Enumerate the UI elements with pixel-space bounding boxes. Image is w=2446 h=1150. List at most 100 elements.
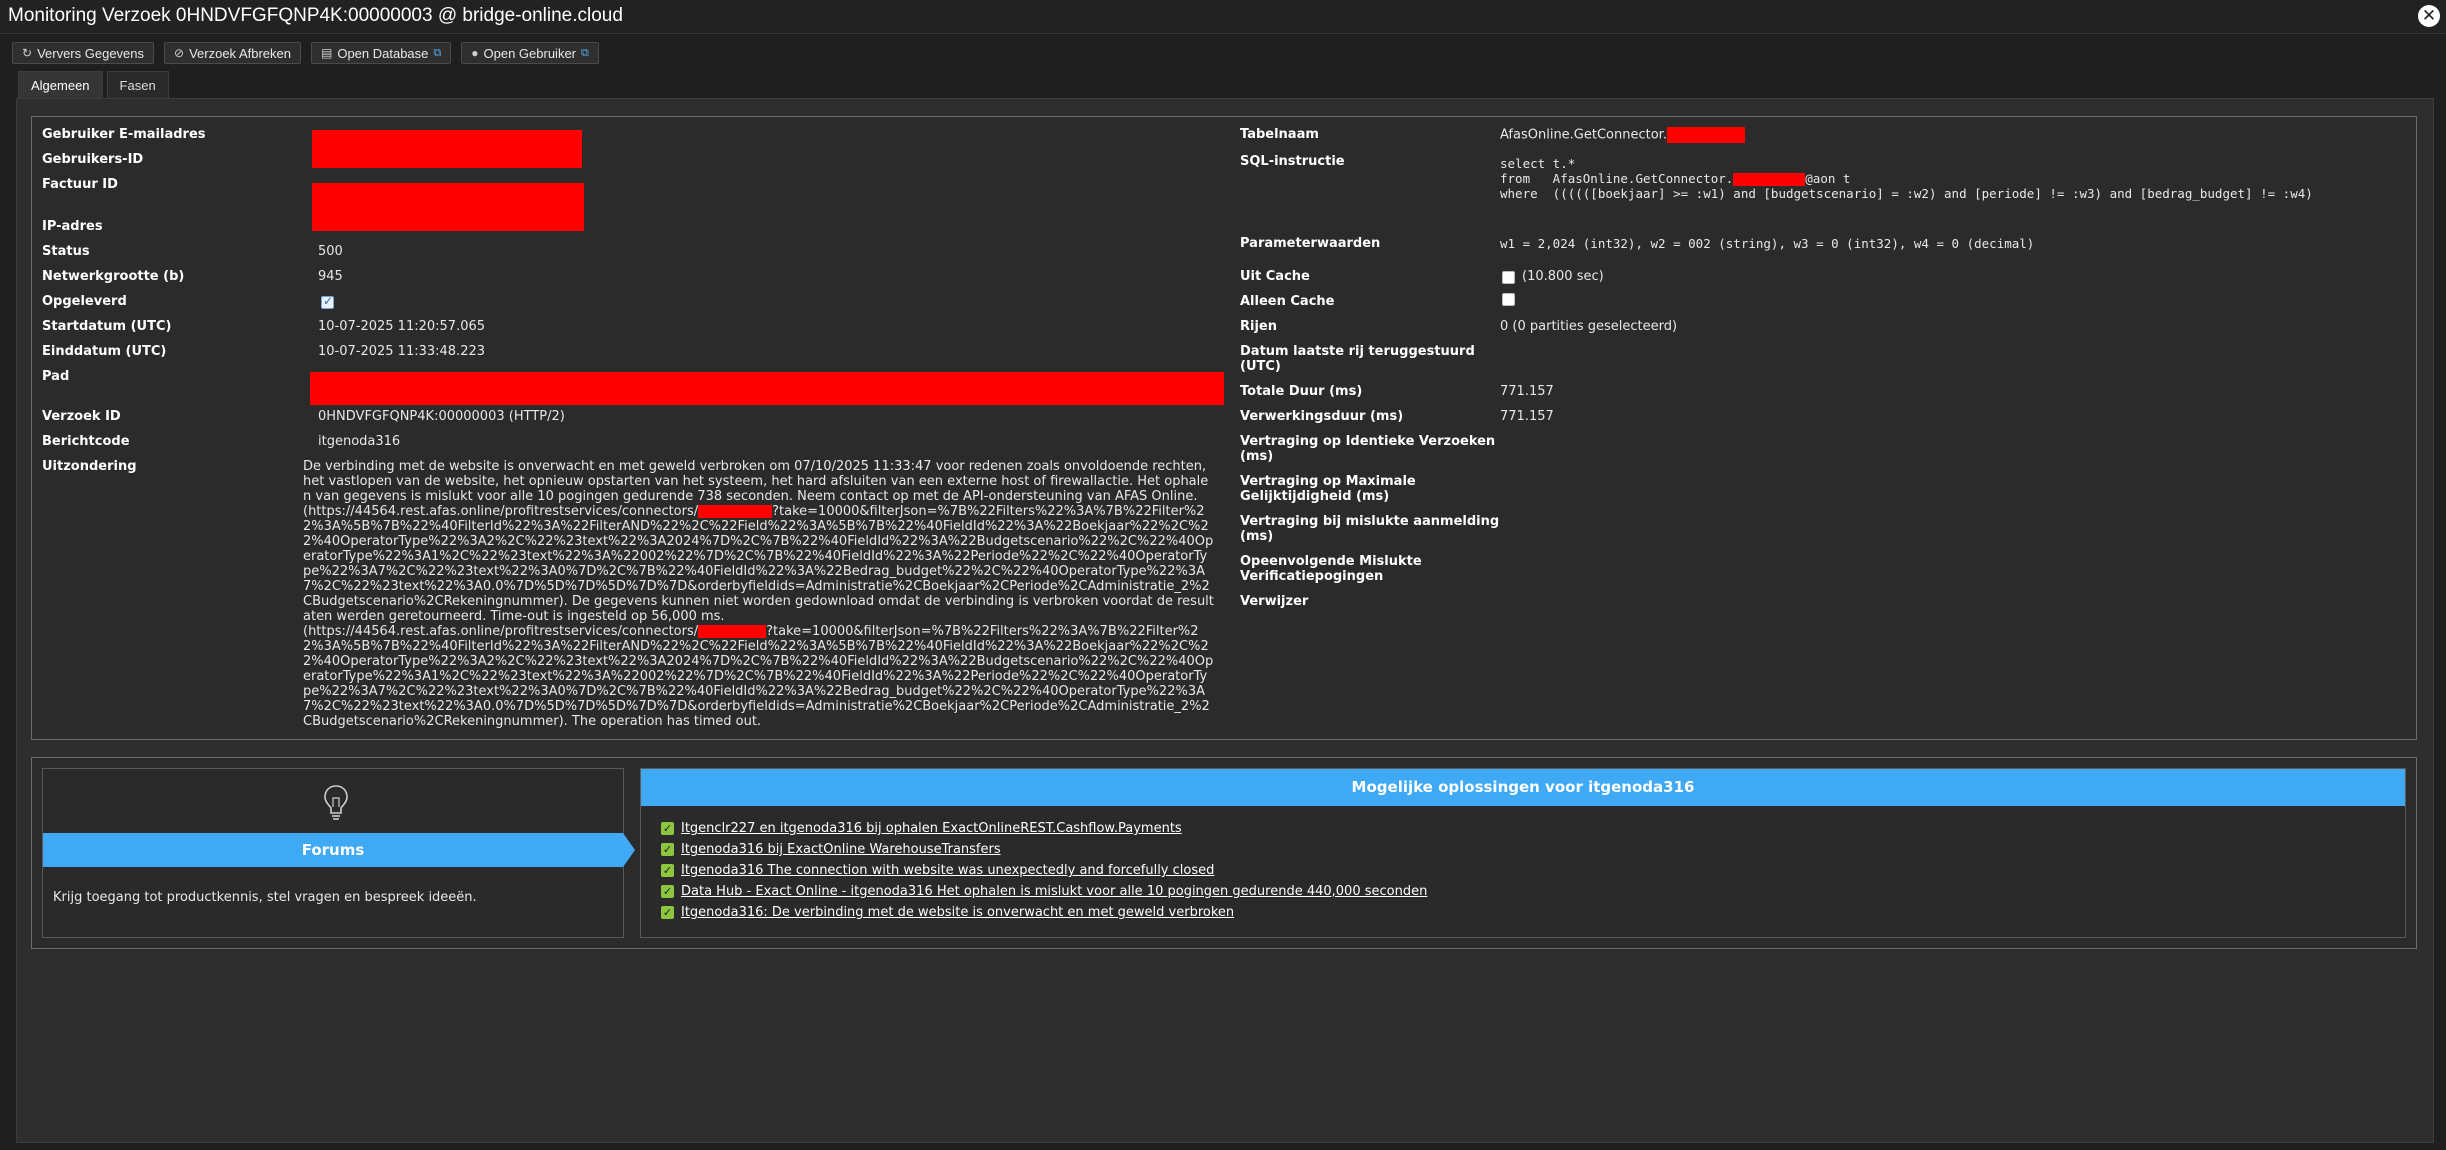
tab-content: Gebruiker E-mailadres Gebruikers-ID Fact… [16,98,2434,1143]
exception-url-2: (https://44564.rest.afas.online/profitre… [303,624,1215,729]
delay-max-line-1: Vertraging op Maximale [1240,474,1416,489]
refresh-button-label: Ververs Gegevens [37,45,145,61]
delay-identical-line-2: (ms) [1240,449,1274,464]
table-name-value: AfasOnline.GetConnector. [1500,127,1745,143]
solutions-title: Mogelijke oplossingen voor itgenoda316 [641,769,2405,806]
end-date-label: Einddatum (UTC) [42,344,167,359]
netsize-label: Netwerkgrootte (b) [42,269,185,284]
sql-line-2-end: @aon t [1805,171,1851,186]
refresh-icon: ↻ [22,46,33,60]
delay-max-line-2: Gelijktijdigheid (ms) [1240,489,1390,504]
total-duration-label: Totale Duur (ms) [1240,384,1363,399]
close-icon[interactable]: ✕ [2418,5,2440,27]
delay-identical-label: Vertraging op Identieke Verzoeken (ms) [1240,434,1495,464]
list-item: ✓ Itgenoda316 bij ExactOnline WarehouseTr… [661,839,1427,860]
message-code-value: itgenoda316 [318,434,401,449]
external-link-icon: ⧉ [581,46,589,59]
solutions-list: ✓ Itgenclr227 en itgenoda316 bij ophalen … [661,818,1427,923]
ban-icon: ⊘ [174,46,185,60]
consecutive-line-2: Verificatiepogingen [1240,569,1384,584]
delay-max-label: Vertraging op Maximale Gelijktijdigheid (… [1240,474,1416,504]
exception-url-1-start: (https://44564.rest.afas.online/profitre… [303,504,699,519]
check-icon: ✓ [661,906,674,919]
solution-link-5[interactable]: Itgenoda316: De verbinding met de websit… [681,905,1234,920]
delay-failed-label: Vertraging bij mislukte aanmelding (ms) [1240,514,1499,544]
status-label: Status [42,244,90,259]
redaction-sql [1733,173,1806,186]
sql-line-1: select t.* [1500,156,1576,171]
check-icon: ✓ [661,822,674,835]
request-id-value: 0HNDVFGFQNP4K:00000003 (HTTP/2) [318,409,565,424]
last-row-label-line-2: (UTC) [1240,359,1281,374]
tab-bar: Algemeen Fasen [18,71,169,98]
processing-duration-value: 771.157 [1500,409,1554,424]
table-name-label: Tabelnaam [1240,127,1319,142]
sql-line-2-start: from AfasOnline.GetConnector. [1500,171,1734,186]
solutions-card: Mogelijke oplossingen voor itgenoda316 ✓… [640,768,2406,938]
path-label: Pad [42,369,70,384]
lightbulb-icon [324,785,348,820]
exception-text: De verbinding met de website is onverwac… [303,459,1215,729]
tab-phases[interactable]: Fasen [106,71,169,98]
sql-label: SQL-instructie [1240,154,1345,169]
netsize-value: 945 [318,269,343,284]
cache-only-label: Alleen Cache [1240,294,1335,309]
last-row-label-line-1: Datum laatste rij teruggestuurd [1240,344,1475,359]
open-database-label: Open Database [337,45,429,61]
sql-line-3: where ((((([boekjaar] >= :w1) and [budge… [1500,186,2313,201]
sql-line-2: from AfasOnline.GetConnector. @aon t [1500,171,1850,186]
refresh-button[interactable]: ↻ Ververs Gegevens [12,42,155,64]
processing-duration-label: Verwerkingsduur (ms) [1240,409,1404,424]
redaction-connector-2 [698,625,767,638]
forums-title: Forums [43,833,623,867]
open-database-button[interactable]: ▤ Open Database ⧉ [310,42,452,64]
solution-link-2[interactable]: Itgenoda316 bij ExactOnline WarehouseTra… [681,842,1001,857]
banner-arrow [623,833,635,867]
params-value: w1 = 2,024 (int32), w2 = 002 (string), w… [1500,236,2035,251]
tab-general[interactable]: Algemeen [18,71,103,98]
toolbar: ↻ Ververs Gegevens ⊘ Verzoek Afbreken ▤ … [12,42,599,66]
forums-card[interactable]: Forums Krijg toegang tot productkennis, … [42,768,635,938]
from-cache-value: (10.800 sec) [1522,269,1604,284]
user-icon: ● [471,46,479,60]
redaction-table [1666,127,1745,143]
status-value: 500 [318,244,343,259]
exception-paragraph: De verbinding met de website is onverwac… [303,459,1209,504]
solution-link-3[interactable]: Itgenoda316 The connection with website … [681,863,1214,878]
list-item: ✓ Data Hub - Exact Online - itgenoda316 H… [661,881,1427,902]
external-link-icon: ⧉ [433,46,442,59]
from-cache-checkbox [1502,271,1515,284]
user-id-label: Gebruikers-ID [42,152,144,167]
help-panel: Forums Krijg toegang tot productkennis, … [31,757,2417,949]
open-user-label: Open Gebruiker [483,45,577,61]
redaction-invoice [312,183,584,231]
delay-identical-line-1: Vertraging op Identieke Verzoeken [1240,434,1496,449]
forums-banner: Forums [43,833,635,867]
request-id-label: Verzoek ID [42,409,121,424]
delay-failed-line-2: (ms) [1240,529,1274,544]
open-user-button[interactable]: ● Open Gebruiker ⧉ [461,42,599,64]
solution-link-1[interactable]: Itgenclr227 en itgenoda316 bij ophalen E… [681,821,1182,836]
delivered-label: Opgeleverd [42,294,127,309]
list-item: ✓ Itgenoda316: De verbinding met de websi… [661,902,1427,923]
list-item: ✓ Itgenoda316 The connection with website… [661,860,1427,881]
start-date-label: Startdatum (UTC) [42,319,172,334]
exception-url-2-start: (https://44564.rest.afas.online/profitre… [303,624,699,639]
consecutive-failed-label: Opeenvolgende Mislukte Verificatiepoginge… [1240,554,1422,584]
from-cache-label: Uit Cache [1240,269,1310,284]
last-row-label: Datum laatste rij teruggestuurd (UTC) [1240,344,1475,374]
solution-link-4[interactable]: Data Hub - Exact Online - itgenoda316 He… [681,884,1427,899]
table-name-text: AfasOnline.GetConnector. [1500,127,1667,143]
rows-label: Rijen [1240,319,1277,334]
check-icon: ✓ [661,864,674,877]
abort-request-button[interactable]: ⊘ Verzoek Afbreken [164,42,301,64]
exception-label: Uitzondering [42,459,137,474]
exception-url-1-rest: ?take=10000&filterJson=%7B%22Filters%22%… [303,504,1214,624]
exception-url-2-rest: ?take=10000&filterJson=%7B%22Filters%22%… [303,624,1214,729]
redaction-connector-1 [698,505,773,518]
details-panel: Gebruiker E-mailadres Gebruikers-ID Fact… [31,116,2417,740]
exception-url-1: (https://44564.rest.afas.online/profitre… [303,504,1215,624]
list-item: ✓ Itgenclr227 en itgenoda316 bij ophalen … [661,818,1427,839]
start-date-value: 10-07-2025 11:20:57.065 [318,319,486,334]
message-code-label: Berichtcode [42,434,130,449]
